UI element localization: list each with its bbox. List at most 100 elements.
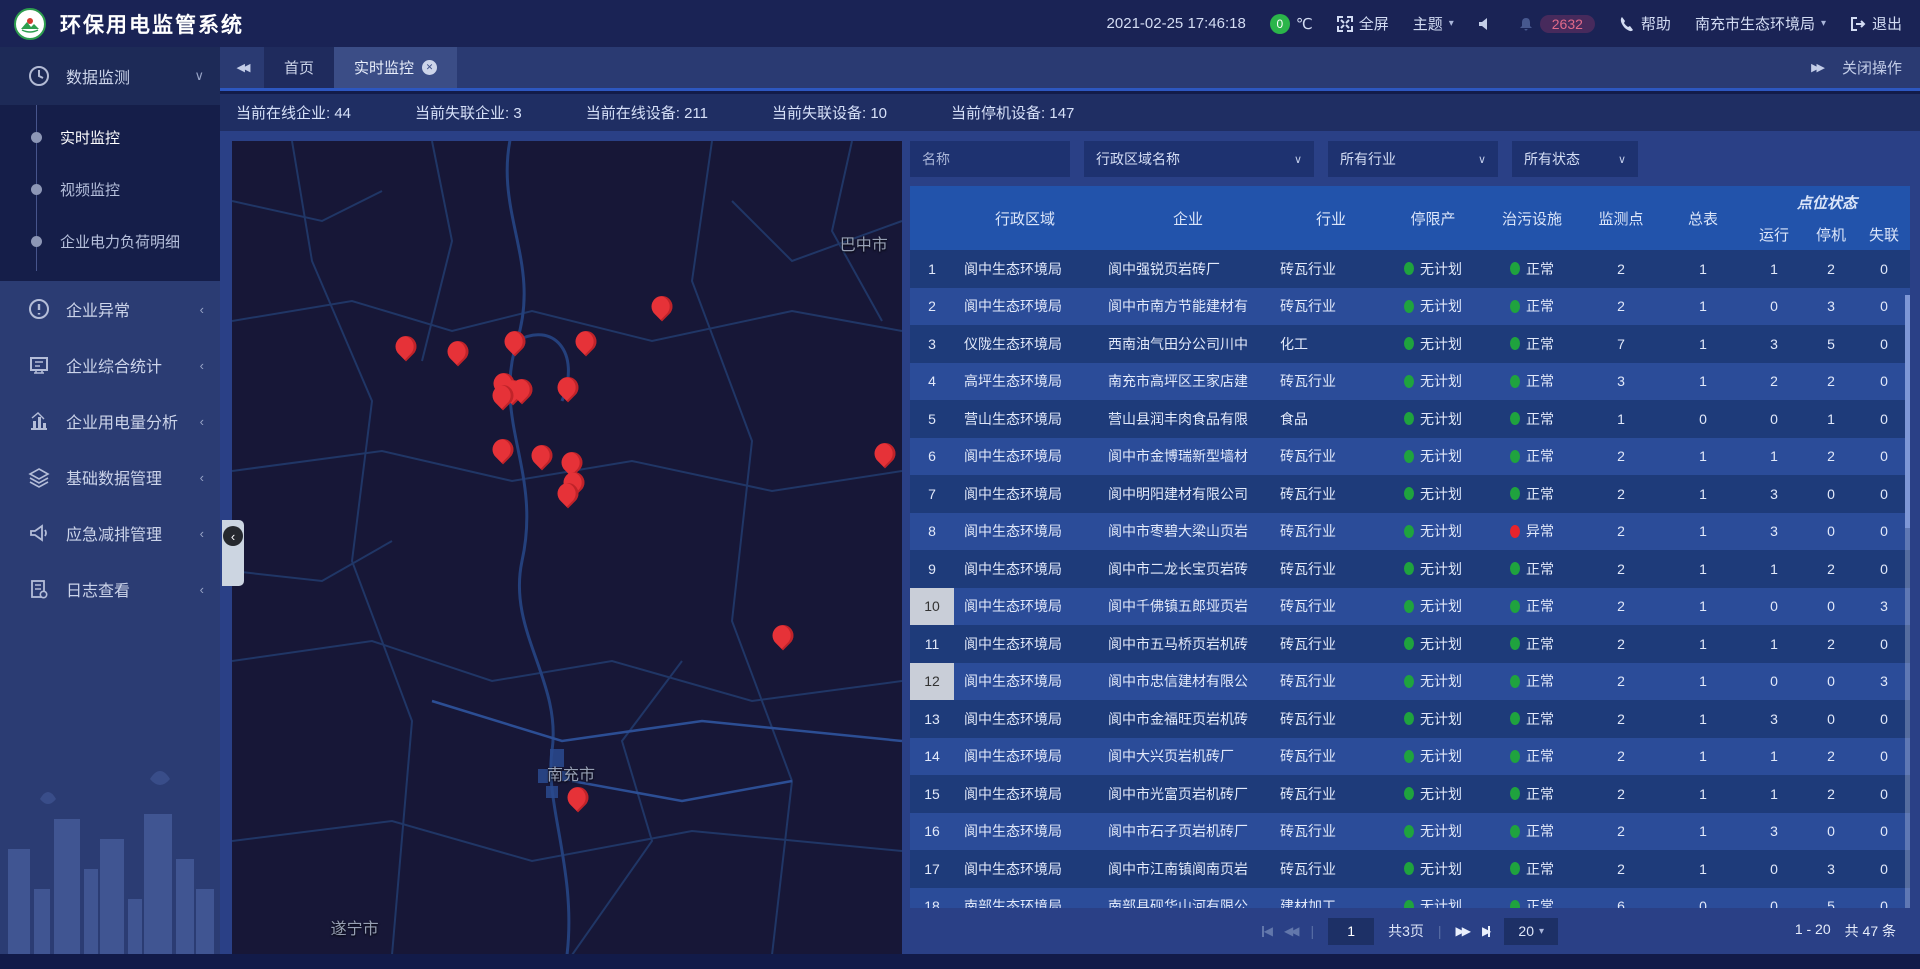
page-number-input[interactable] (1328, 918, 1374, 945)
table-row[interactable]: 12 阆中生态环境局 阆中市忠信建材有限公 砖瓦行业 无计划 正常 2 1 0 … (910, 663, 1910, 701)
cell-stop: 0 (1804, 486, 1858, 502)
table-row[interactable]: 18 南部生态环境局 南部县砚华山河有限公 建材加工 无计划 正常 6 0 0 … (910, 888, 1910, 909)
app-root: 环保用电监管系统 2021-02-25 17:46:18 0 ℃ 全屏 主题▾ … (0, 0, 1920, 969)
bullet-dot-icon (31, 132, 42, 143)
theme-dropdown[interactable]: 主题▾ (1413, 13, 1454, 34)
table-row[interactable]: 15 阆中生态环境局 阆中市光富页岩机砖厂 砖瓦行业 无计划 正常 2 1 1 … (910, 775, 1910, 813)
cell-run: 3 (1744, 711, 1804, 727)
sidebar-subitem-label: 实时监控 (60, 127, 120, 148)
tab-home[interactable]: 首页 (264, 47, 334, 88)
table-row[interactable]: 10 阆中生态环境局 阆中千佛镇五郎垭页岩 砖瓦行业 无计划 正常 2 1 0 … (910, 588, 1910, 626)
industry-select[interactable]: 所有行业∨ (1328, 141, 1498, 177)
org-dropdown[interactable]: 南充市生态环境局▾ (1695, 13, 1826, 34)
table-row[interactable]: 2 阆中生态环境局 阆中市南方节能建材有 砖瓦行业 无计划 正常 2 1 0 3… (910, 288, 1910, 326)
cell-facility: 正常 (1484, 784, 1580, 804)
status-dot-icon (1404, 862, 1414, 875)
cell-lost: 0 (1858, 898, 1910, 908)
table-row[interactable]: 14 阆中生态环境局 阆中大兴页岩机砖厂 砖瓦行业 无计划 正常 2 1 1 2… (910, 738, 1910, 776)
log-file-icon (28, 578, 50, 600)
table-scrollbar[interactable] (1905, 295, 1910, 908)
last-page-button[interactable]: ▶ (1482, 924, 1490, 938)
sidebar-item[interactable]: 应急减排管理 ‹ (0, 505, 220, 561)
help-button[interactable]: 帮助 (1619, 13, 1671, 34)
cell-region: 阆中生态环境局 (954, 559, 1096, 579)
page-size-select[interactable]: 20▾ (1504, 918, 1558, 945)
sidebar-item[interactable]: 日志查看 ‹ (0, 561, 220, 617)
sidebar-item[interactable]: 企业用电量分析 ‹ (0, 393, 220, 449)
cell-run: 0 (1744, 898, 1804, 908)
table-row[interactable]: 16 阆中生态环境局 阆中市石子页岩机砖厂 砖瓦行业 无计划 正常 2 1 3 … (910, 813, 1910, 851)
city-label: 遂宁市 (331, 915, 379, 939)
filter-bar: 行政区域名称∨ 所有行业∨ 所有状态∨ (910, 141, 1910, 177)
cell-meters: 1 (1662, 636, 1744, 652)
cell-index: 9 (910, 550, 954, 588)
cell-industry: 砖瓦行业 (1280, 859, 1382, 879)
fullscreen-button[interactable]: 全屏 (1337, 13, 1389, 34)
cell-plan: 无计划 (1382, 484, 1484, 504)
sidebar-subitem-label: 视频监控 (60, 179, 120, 200)
pagination-bar: ◀ ◀◀ | 共3页 | ▶▶ ▶ 20▾ 1 - 20共 47 条 (910, 908, 1910, 954)
region-select[interactable]: 行政区域名称∨ (1084, 141, 1314, 177)
stats-monitor-icon (28, 354, 50, 376)
cell-industry: 砖瓦行业 (1280, 521, 1382, 541)
cell-region: 南部生态环境局 (954, 896, 1096, 908)
cell-index: 8 (910, 513, 954, 551)
cell-run: 0 (1744, 673, 1804, 689)
table-row[interactable]: 8 阆中生态环境局 阆中市枣碧大梁山页岩 砖瓦行业 无计划 异常 2 1 3 0… (910, 513, 1910, 551)
prev-page-button[interactable]: ◀◀ (1284, 924, 1296, 938)
cell-region: 阆中生态环境局 (954, 634, 1096, 654)
tab-realtime-monitor[interactable]: 实时监控 ✕ (334, 47, 457, 88)
first-page-button[interactable]: ◀ (1262, 924, 1270, 938)
table-row[interactable]: 13 阆中生态环境局 阆中市金福旺页岩机砖 砖瓦行业 无计划 正常 2 1 3 … (910, 700, 1910, 738)
exit-icon (1850, 16, 1866, 32)
status-select[interactable]: 所有状态∨ (1512, 141, 1638, 177)
column-header-run: 运行 (1744, 224, 1804, 245)
status-dot-icon (1510, 825, 1520, 838)
table-row[interactable]: 5 营山生态环境局 营山县润丰肉食品有限 食品 无计划 正常 1 0 0 1 0 (910, 400, 1910, 438)
name-search-input[interactable] (910, 141, 1070, 177)
sidebar-item[interactable]: 企业异常 ‹ (0, 281, 220, 337)
table-row[interactable]: 1 阆中生态环境局 阆中强锐页岩砖厂 砖瓦行业 无计划 正常 2 1 1 2 0 (910, 250, 1910, 288)
sidebar-item-label: 数据监测 (66, 64, 130, 88)
cell-facility: 正常 (1484, 821, 1580, 841)
cell-facility: 正常 (1484, 371, 1580, 391)
sidebar-item[interactable]: 基础数据管理 ‹ (0, 449, 220, 505)
table-row[interactable]: 9 阆中生态环境局 阆中市二龙长宝页岩砖 砖瓦行业 无计划 正常 2 1 1 2… (910, 550, 1910, 588)
table-row[interactable]: 3 仪陇生态环境局 西南油气田分公司川中 化工 无计划 正常 7 1 3 5 0 (910, 325, 1910, 363)
cell-index: 6 (910, 438, 954, 476)
cell-plan: 无计划 (1382, 371, 1484, 391)
logout-button[interactable]: 退出 (1850, 13, 1902, 34)
sidebar-collapse-handle[interactable]: ‹ (222, 520, 244, 586)
close-operations-button[interactable]: 关闭操作 (1842, 57, 1902, 78)
cell-industry: 砖瓦行业 (1280, 634, 1382, 654)
sidebar-subitem[interactable]: 视频监控 (0, 163, 220, 215)
tabs-scroll-left-button[interactable]: ◀◀ (220, 47, 264, 88)
table-row[interactable]: 11 阆中生态环境局 阆中市五马桥页岩机砖 砖瓦行业 无计划 正常 2 1 1 … (910, 625, 1910, 663)
skyline-decoration (0, 759, 220, 969)
cell-index: 5 (910, 400, 954, 438)
table-row[interactable]: 4 高坪生态环境局 南充市高坪区王家店建 砖瓦行业 无计划 正常 3 1 2 2… (910, 363, 1910, 401)
cell-plan: 无计划 (1382, 296, 1484, 316)
map-panel[interactable]: 巴中市南充市遂宁市 (232, 141, 902, 954)
tabs-scroll-right-button[interactable]: ▶▶ (1811, 61, 1822, 74)
close-icon[interactable]: ✕ (422, 60, 437, 75)
sidebar-item[interactable]: 企业综合统计 ‹ (0, 337, 220, 393)
sidebar-subitem[interactable]: 实时监控 (0, 111, 220, 163)
table-row[interactable]: 7 阆中生态环境局 阆中明阳建材有限公司 砖瓦行业 无计划 正常 2 1 3 0… (910, 475, 1910, 513)
cell-plan: 无计划 (1382, 821, 1484, 841)
table-row[interactable]: 17 阆中生态环境局 阆中市江南镇阆南页岩 砖瓦行业 无计划 正常 2 1 0 … (910, 850, 1910, 888)
cell-region: 阆中生态环境局 (954, 709, 1096, 729)
cell-lost: 0 (1858, 448, 1910, 464)
column-header-plan: 停限产 (1382, 208, 1484, 229)
table-row[interactable]: 6 阆中生态环境局 阆中市金博瑞新型墙材 砖瓦行业 无计划 正常 2 1 1 2… (910, 438, 1910, 476)
next-page-button[interactable]: ▶▶ (1456, 924, 1468, 938)
scrollbar-thumb[interactable] (1905, 295, 1910, 528)
cell-lost: 0 (1858, 298, 1910, 314)
sidebar-subitem[interactable]: 企业电力负荷明细 (0, 215, 220, 267)
notification-button[interactable]: 2632 (1518, 15, 1595, 33)
sidebar-item[interactable]: 数据监测 ∨ (0, 47, 220, 105)
cell-run: 1 (1744, 561, 1804, 577)
cell-facility: 正常 (1484, 709, 1580, 729)
speaker-button[interactable] (1478, 16, 1494, 32)
cell-meters: 1 (1662, 373, 1744, 389)
